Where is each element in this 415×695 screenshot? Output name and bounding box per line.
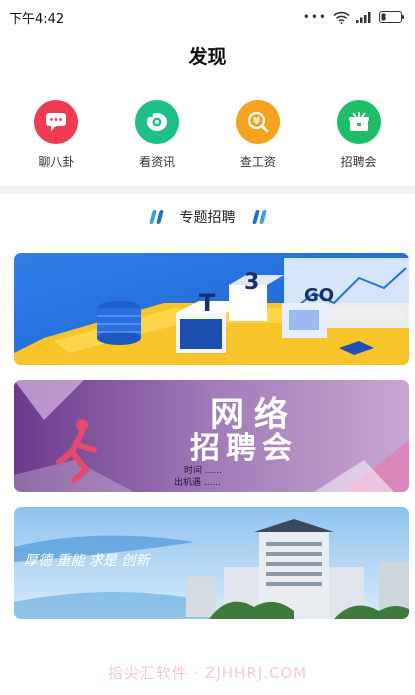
job-fair-title-line2: 招聘会 <box>190 431 298 466</box>
nav-job-fair[interactable]: 招聘会 <box>314 100 404 170</box>
nav-chat-gossip[interactable]: 聊八卦 <box>11 100 101 170</box>
signal-icon <box>356 12 371 23</box>
banner-blue-isometric[interactable]: T 3 GO <box>14 253 409 365</box>
campus-motto: 厚德 重能 求是 创新 <box>24 553 151 569</box>
news-icon <box>135 100 180 144</box>
wifi-icon <box>333 11 350 24</box>
quick-nav: 聊八卦 看资讯 ¥ 查工资 招聘会 <box>0 100 415 170</box>
right-bars-icon <box>251 210 267 224</box>
job-fair-icon <box>336 100 381 144</box>
nav-label: 查工资 <box>239 155 276 169</box>
status-icons: ••• <box>303 10 405 24</box>
nav-salary[interactable]: ¥ 查工资 <box>213 100 303 170</box>
left-bars-icon <box>148 210 164 224</box>
chat-icon <box>34 100 79 144</box>
more-dots-icon: ••• <box>302 10 327 24</box>
svg-text:¥: ¥ <box>253 116 260 127</box>
battery-icon <box>379 11 404 23</box>
banner-online-job-fair-art: 网络 招聘会 时间 ...... 出机遇 ...... <box>14 380 409 492</box>
section-divider <box>0 186 415 194</box>
banner-campus-building[interactable]: 厚德 重能 求是 创新 <box>14 507 409 619</box>
section-title: 专题招聘 <box>179 210 236 226</box>
watermark: 指尖汇软件 · ZJHHRJ.COM <box>107 664 308 682</box>
svg-text:T: T <box>199 289 216 317</box>
status-time: 下午4:42 <box>9 11 65 27</box>
svg-text:GO: GO <box>304 285 334 306</box>
nav-label: 招聘会 <box>340 155 377 169</box>
salary-icon: ¥ <box>235 100 280 144</box>
banner-online-job-fair[interactable]: 网络 招聘会 时间 ...... 出机遇 ...... <box>14 380 409 492</box>
nav-label: 聊八卦 <box>38 155 75 169</box>
banner-line2: 出机遇 ...... <box>174 476 221 488</box>
nav-news[interactable]: 看资讯 <box>112 100 202 170</box>
nav-label: 看资讯 <box>139 155 176 169</box>
section-header: 专题招聘 <box>0 207 415 227</box>
svg-text:3: 3 <box>244 270 259 295</box>
status-bar: 下午4:42 ••• <box>0 0 415 34</box>
banner-campus-building-art: 厚德 重能 求是 创新 <box>14 507 409 619</box>
banner-subtitle: 时间 ...... <box>184 464 222 476</box>
page-title: 发现 <box>188 46 227 68</box>
banner-blue-isometric-art: T 3 GO <box>14 253 409 365</box>
job-fair-title-line1: 网络 <box>210 395 298 435</box>
